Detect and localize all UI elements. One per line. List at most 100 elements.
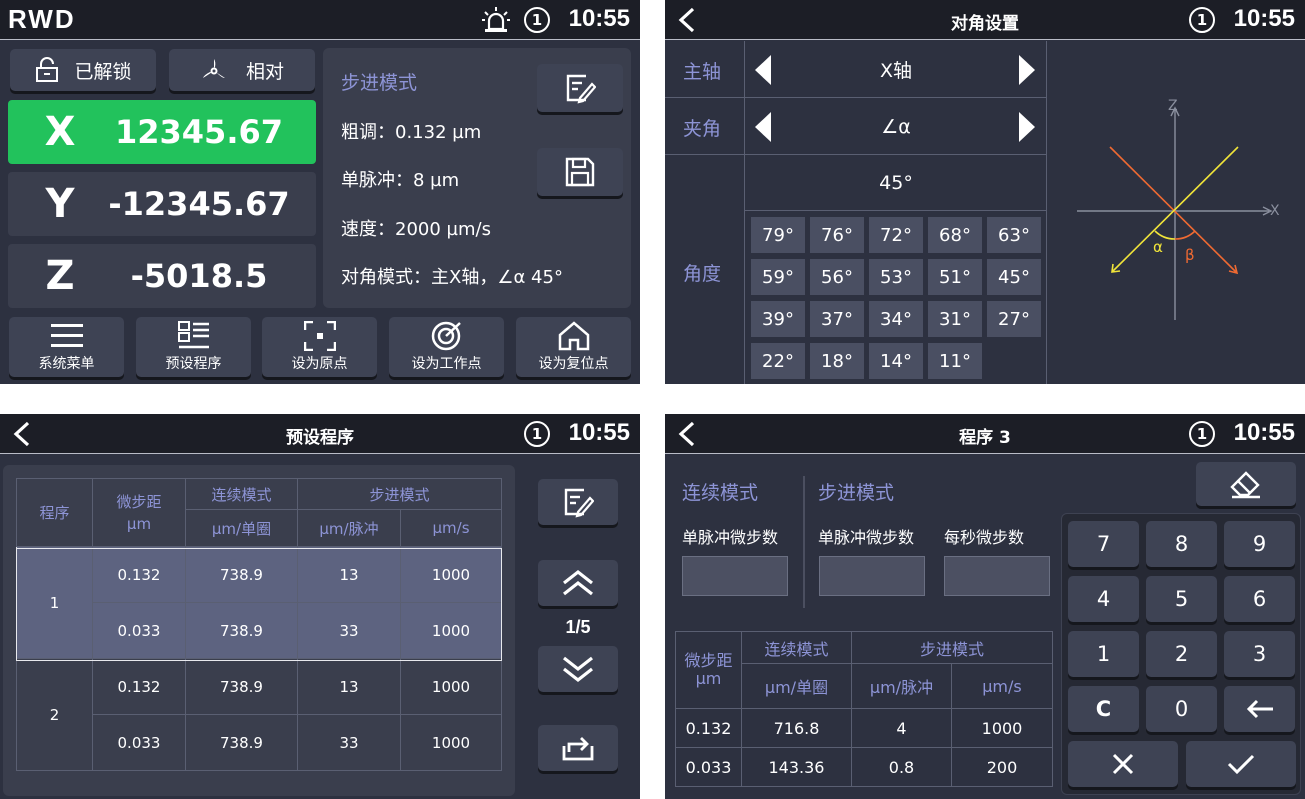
table-row[interactable]: 0.033 143.36 0.8 200 <box>675 747 1053 787</box>
degree-option[interactable]: 68° <box>928 217 982 253</box>
set-work-point-button[interactable]: 设为工作点 <box>389 317 504 377</box>
axis-row-x[interactable]: X 12345.67 <box>8 100 316 164</box>
step-pulse-input[interactable] <box>819 556 925 596</box>
prev-arrow-icon[interactable] <box>755 112 773 142</box>
degree-option[interactable]: 27° <box>987 301 1041 337</box>
target-icon <box>431 321 461 351</box>
table-cell: 738.9 <box>185 714 298 771</box>
home-icon <box>558 321 589 351</box>
degree-option[interactable]: 22° <box>751 343 805 379</box>
mode-title: 步进模式 <box>341 72 418 94</box>
main-screen: RWD 1 10:55 已解锁 相对 X 12345.67 Y -12345.6… <box>0 0 640 384</box>
degree-option[interactable]: 14° <box>869 343 923 379</box>
degree-option[interactable]: 63° <box>987 217 1041 253</box>
degree-option[interactable]: 59° <box>751 259 805 295</box>
notification-badge[interactable]: 1 <box>524 7 550 33</box>
save-button[interactable] <box>537 148 623 196</box>
edit-button[interactable] <box>538 479 618 525</box>
axis-diagram <box>1077 106 1273 320</box>
degree-option[interactable]: 45° <box>987 259 1041 295</box>
axis-label-y: Y <box>45 181 75 227</box>
next-arrow-icon[interactable] <box>1017 55 1035 85</box>
key-5[interactable]: 5 <box>1146 576 1217 622</box>
key-8[interactable]: 8 <box>1146 521 1217 567</box>
set-origin-button[interactable]: 设为原点 <box>262 317 377 377</box>
angle-label: 夹角 <box>683 118 722 140</box>
degree-option[interactable]: 76° <box>810 217 864 253</box>
table-row[interactable]: 2 0.132 738.9 13 1000 <box>16 658 502 771</box>
page-down-button[interactable] <box>538 646 618 692</box>
lock-button[interactable]: 已解锁 <box>10 49 156 91</box>
header-per-pulse: µm/脉冲 <box>297 509 401 547</box>
header-microstep: 微步距 µm <box>675 631 742 709</box>
preset-program-button[interactable]: 预设程序 <box>136 317 251 377</box>
degree-option[interactable]: 31° <box>928 301 982 337</box>
cancel-button[interactable] <box>1068 741 1178 787</box>
header-continuous: 连续模式 <box>185 478 298 510</box>
alpha-label: α <box>1153 238 1163 256</box>
degree-option[interactable]: 11° <box>928 343 982 379</box>
preset-program-screen: 预设程序 1 10:55 程序 微步距 µm 连续模式 步进模式 µm/单圈 µm… <box>0 414 640 799</box>
edit-icon <box>564 488 594 518</box>
key-backspace[interactable] <box>1224 686 1295 732</box>
title-bar: 对角设置 1 10:55 <box>665 0 1305 40</box>
set-reset-point-button[interactable]: 设为复位点 <box>516 317 631 377</box>
z-axis-label: Z <box>1168 98 1178 114</box>
confirm-button[interactable] <box>1186 741 1296 787</box>
notification-badge[interactable]: 1 <box>1189 7 1215 33</box>
key-3[interactable]: 3 <box>1224 631 1295 677</box>
unlock-icon <box>36 57 59 82</box>
table-row[interactable]: 1 0.132 738.9 13 1000 <box>16 546 502 659</box>
header-per-sec: µm/s <box>951 663 1053 709</box>
degree-option[interactable]: 56° <box>810 259 864 295</box>
degree-option[interactable]: 34° <box>869 301 923 337</box>
next-arrow-icon[interactable] <box>1017 112 1035 142</box>
key-9[interactable]: 9 <box>1224 521 1295 567</box>
header-step: 步进模式 <box>851 631 1053 664</box>
program-edit-screen: 程序 3 1 10:55 连续模式 步进模式 单脉冲微步数 单脉冲微步数 每秒微… <box>665 414 1305 799</box>
key-7[interactable]: 7 <box>1068 521 1139 567</box>
table-cell: 738.9 <box>185 658 298 715</box>
key-4[interactable]: 4 <box>1068 576 1139 622</box>
clock: 10:55 <box>1233 419 1295 446</box>
close-icon <box>1112 753 1134 775</box>
page-up-button[interactable] <box>538 560 618 606</box>
table-cell: 738.9 <box>185 602 298 659</box>
notification-badge[interactable]: 1 <box>1189 421 1215 447</box>
edit-button[interactable] <box>537 64 623 112</box>
system-menu-button[interactable]: 系统菜单 <box>9 317 124 377</box>
key-2[interactable]: 2 <box>1146 631 1217 677</box>
degree-option[interactable]: 18° <box>810 343 864 379</box>
settings-grid: 主轴 X轴 夹角 ∠α 角度 45° 79° 76° 72° 68° 63° 5… <box>665 41 1047 384</box>
system-menu-label: 系统菜单 <box>38 355 95 372</box>
table-cell: 1000 <box>400 546 502 603</box>
step-sec-input[interactable] <box>944 556 1050 596</box>
table-cell: 143.36 <box>741 747 852 787</box>
axis-row-z[interactable]: Z -5018.5 <box>8 244 316 308</box>
degree-option[interactable]: 53° <box>869 259 923 295</box>
degree-option[interactable]: 39° <box>751 301 805 337</box>
axis-row-y[interactable]: Y -12345.67 <box>8 172 316 236</box>
degree-option[interactable]: 51° <box>928 259 982 295</box>
notification-badge[interactable]: 1 <box>524 421 550 447</box>
key-clear[interactable]: C <box>1068 686 1139 732</box>
header-continuous: 连续模式 <box>741 631 852 664</box>
prev-arrow-icon[interactable] <box>755 55 773 85</box>
relative-button[interactable]: 相对 <box>169 49 315 91</box>
key-1[interactable]: 1 <box>1068 631 1139 677</box>
export-button[interactable] <box>538 725 618 771</box>
degree-option[interactable]: 37° <box>810 301 864 337</box>
diagonal-text: 对角模式：主X轴，∠α 45° <box>341 267 563 288</box>
keypad-panel: 7 8 9 4 5 6 1 2 3 C 0 <box>1061 513 1301 795</box>
clear-button[interactable] <box>1196 462 1296 506</box>
table-row[interactable]: 0.132 716.8 4 1000 <box>675 708 1053 748</box>
beta-label: β <box>1185 246 1195 264</box>
key-0[interactable]: 0 <box>1146 686 1217 732</box>
key-6[interactable]: 6 <box>1224 576 1295 622</box>
continuous-pulse-input[interactable] <box>682 556 788 596</box>
double-chevron-down-icon <box>563 656 593 683</box>
set-origin-label: 设为原点 <box>291 356 348 372</box>
degree-option[interactable]: 79° <box>751 217 805 253</box>
degree-option[interactable]: 72° <box>869 217 923 253</box>
table-cell: 0.132 <box>92 546 186 603</box>
